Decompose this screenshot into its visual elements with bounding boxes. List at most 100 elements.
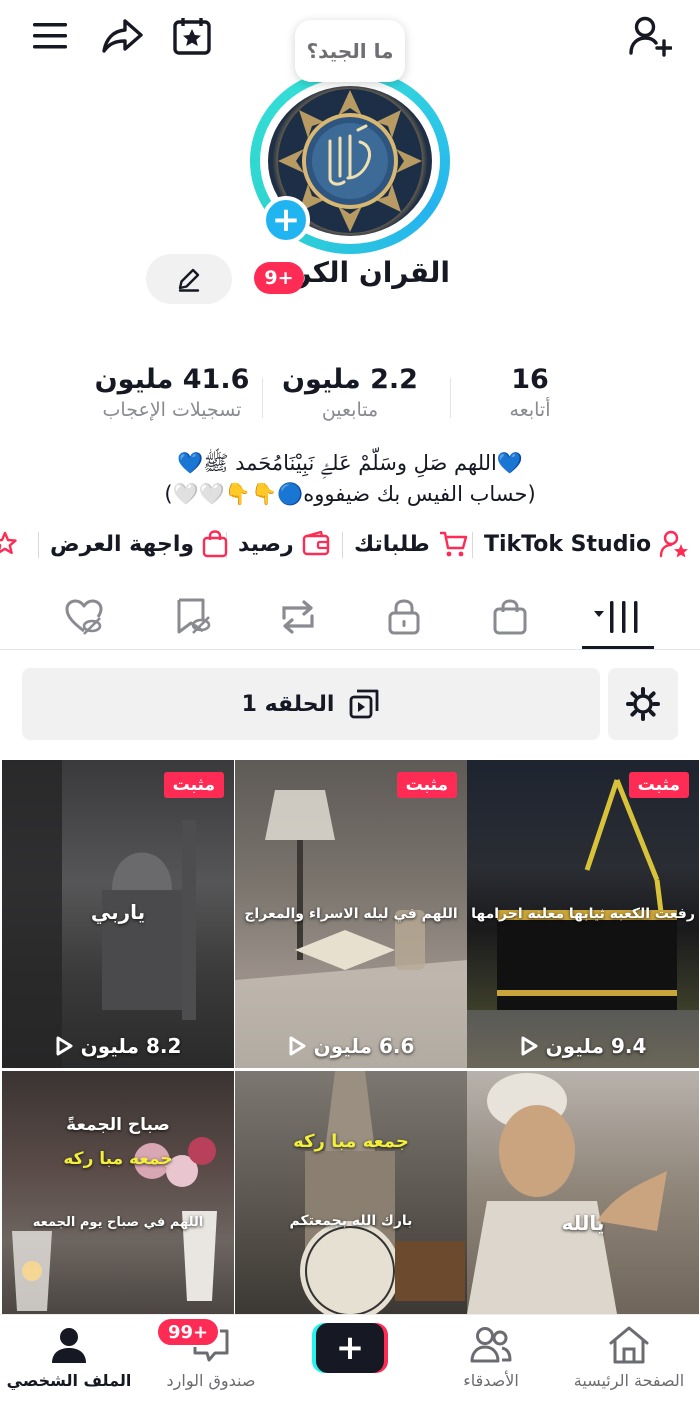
shortcut-label: واجهة العرض [50,531,195,557]
shortcut-divider [38,532,39,558]
stat-followers[interactable]: 2.2 مليون متابعين [270,364,430,421]
stat-divider [450,378,451,418]
stat-following-label: أتابعه [509,399,551,421]
nav-profile-label: الملف الشخصي [6,1371,132,1390]
nav-home[interactable]: الصفحة الرئيسية [564,1325,694,1390]
pencil-icon [178,268,200,292]
wallet-icon [302,531,329,556]
pinned-badge: مثبت [628,772,689,798]
video-thumbnail [467,1073,667,1314]
profile-icon [52,1328,86,1363]
shortcut-orders[interactable]: طلباتك [354,522,468,566]
inbox-badge: 99+ [156,1317,221,1347]
status-bubble-text: ما الجيد؟ [306,39,394,63]
name-badge[interactable]: 9+ [254,262,304,294]
stat-divider [262,378,263,418]
video-tile[interactable]: يالله [467,1071,699,1314]
stat-followers-label: متابعين [321,399,379,421]
menu-icon[interactable] [22,8,78,64]
heart-hidden-icon [65,599,103,635]
tab-videos[interactable] [590,592,646,642]
play-icon [56,1036,73,1056]
content-tabs [0,584,700,650]
stat-likes[interactable]: 41.6 مليون تسجيلات الإعجاب [82,364,262,421]
bio-line-1: 💙اللهم صَلِ وسَلّمْ عَلۓِ نَبِيْنَامُحَم… [176,451,524,475]
add-friend-icon[interactable] [622,8,678,64]
video-caption: اللهم في ليله الاسراء والمعراج [244,906,458,922]
playlist-icon [350,689,379,719]
lock-icon [388,599,420,635]
video-caption-top: صباح الجمعةً [66,1115,170,1135]
grid-icon [594,601,638,633]
shortcut-label: طلباتك [354,531,430,557]
friends-icon [470,1327,512,1363]
stat-likes-label: تسجيلات الإعجاب [102,399,242,421]
share-icon[interactable] [94,8,150,64]
add-avatar-button[interactable]: + [262,196,310,244]
nav-profile[interactable]: الملف الشخصي [4,1325,134,1390]
star-outline-icon [0,531,17,554]
tab-private[interactable] [376,592,432,642]
nav-inbox-label: صندوق الوارد [166,1371,256,1390]
video-caption: ياربي [90,900,146,924]
video-thumbnail [12,1137,217,1311]
bookmark-hidden-icon [177,598,211,634]
view-count-value: 9.4 مليون [545,1034,647,1058]
view-count-value: 6.6 مليون [313,1034,415,1058]
shopping-bag-icon [493,599,527,635]
stat-following[interactable]: 16 أتابعه [470,364,590,421]
view-count: 8.2 مليون [2,1034,234,1058]
create-button[interactable]: + [312,1323,388,1373]
home-icon [609,1326,649,1364]
view-count-value: 8.2 مليون [80,1034,182,1058]
settings-gear-icon [626,687,660,721]
shortcut-balance[interactable]: رصيد [238,522,330,566]
stat-followers-value: 2.2 مليون [282,364,418,395]
video-tile[interactable]: مثبت رفعت الكعبه ثيابها معلنه احرامها 9.… [467,760,699,1068]
stat-following-value: 16 [511,364,549,395]
tab-reposts[interactable] [270,592,326,642]
video-caption: رفعت الكعبه ثيابها معلنه احرامها [471,906,695,922]
nav-home-label: الصفحة الرئيسية [573,1371,685,1390]
shortcut-divider [472,532,473,558]
pinned-badge: مثبت [396,772,457,798]
calendar-star-icon[interactable] [164,8,220,64]
video-caption: بارك الله بجمعتكم [289,1213,413,1229]
shopping-bag-icon [202,530,228,558]
video-caption: يالله [561,1211,605,1235]
plus-icon: + [271,200,301,240]
sort-settings-button[interactable] [608,668,678,740]
shortcut-showcase[interactable]: واجهة العرض [50,522,228,566]
video-tile[interactable]: جمعه مبا ركه بارك الله بجمعتكم [235,1071,467,1314]
bottom-nav: الصفحة الرئيسية الأصدقاء + صندوق الوارد … [0,1314,700,1416]
bio-line-2: (حساب الفيس بك ضيفووه🔵👇👇🤍🤍) [164,482,536,506]
repost-icon [282,600,314,634]
edit-profile-button[interactable] [146,254,232,304]
video-tile[interactable]: مثبت ياربي 8.2 مليون [2,760,234,1068]
status-bubble[interactable]: ما الجيد؟ [295,20,405,82]
tab-favorites[interactable] [164,592,220,642]
tab-active-indicator [582,646,654,649]
video-tile[interactable]: مثبت اللهم في ليله الاسراء والمعراج 6.6 … [235,760,467,1068]
shortcut-label: رصيد [238,531,294,557]
shortcut-divider [342,532,343,558]
tab-shop[interactable] [482,592,538,642]
video-thumbnail [300,1071,465,1314]
create-button-label: + [335,1328,365,1368]
shortcut-more[interactable] [0,522,26,566]
person-star-icon [659,530,689,558]
nav-friends-label: الأصدقاء [463,1371,519,1390]
view-count: 6.6 مليون [235,1034,467,1058]
playlist-button[interactable]: الحلقه 1 [22,668,600,740]
video-caption: اللهم في صباح يوم الجمعه [32,1215,204,1230]
shortcut-tiktok-studio[interactable]: TikTok Studio [484,522,689,566]
play-icon [521,1036,538,1056]
cart-icon [439,531,467,557]
shortcut-row: TikTok Studio طلباتك رصيد واجهة العرض [0,522,700,566]
video-caption-mid: جمعه مبا ركه [63,1149,173,1169]
nav-friends[interactable]: الأصدقاء [426,1325,556,1390]
video-caption-top: جمعه مبا ركه [293,1131,409,1152]
video-tile[interactable]: صباح الجمعةً جمعه مبا ركه اللهم في صباح … [2,1071,234,1314]
tab-liked[interactable] [56,592,112,642]
play-icon [289,1036,306,1056]
